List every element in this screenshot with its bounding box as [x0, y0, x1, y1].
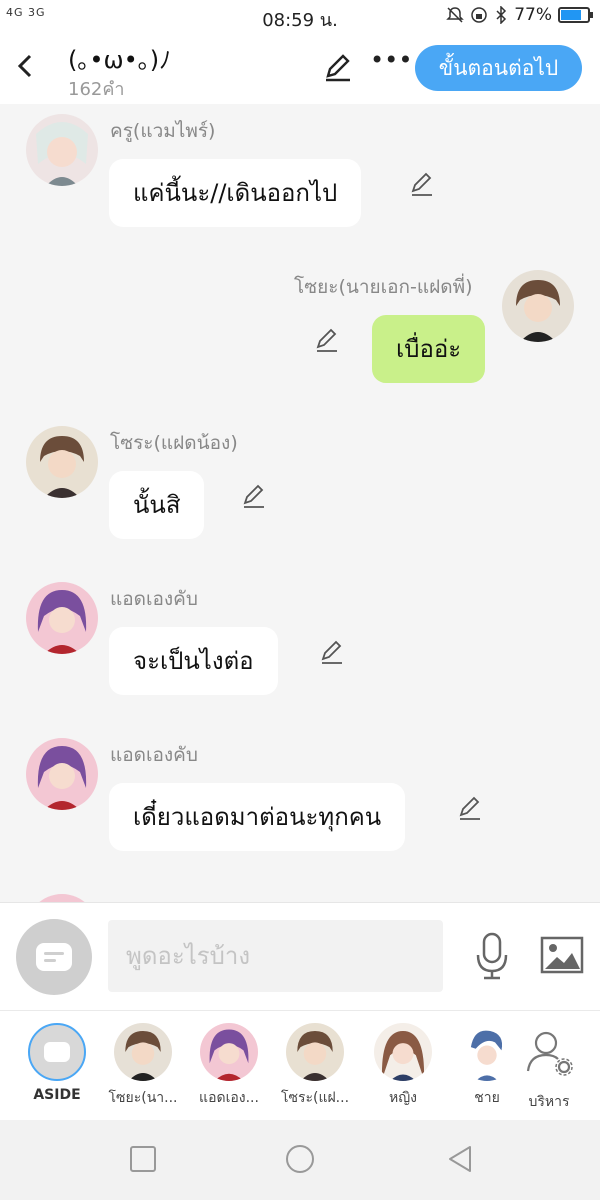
message-bubble[interactable]: นั้นสิ — [109, 471, 205, 539]
avatar[interactable] — [502, 270, 574, 342]
home-icon[interactable] — [285, 1144, 315, 1174]
edit-message-icon[interactable] — [456, 794, 484, 822]
message-input[interactable] — [108, 920, 443, 992]
story-title: (｡•ω•｡)ﾉ — [68, 46, 172, 74]
character-item[interactable]: หญิง — [358, 1023, 448, 1109]
character-label: โซระ(แฝ... — [280, 1090, 350, 1106]
message-icon — [36, 943, 72, 971]
manage-characters-button[interactable]: บริหาร — [504, 1023, 594, 1113]
edit-message-icon[interactable] — [318, 638, 346, 666]
image-icon[interactable] — [540, 935, 584, 975]
sender-name: โซยะ(นายเอก-แฝดพี่) — [294, 276, 473, 298]
recent-apps-icon[interactable] — [128, 1144, 158, 1174]
word-count: 162คำ — [68, 79, 125, 100]
message-bubble-mine[interactable]: เบื่ออ่ะ — [372, 315, 486, 383]
avatar — [286, 1023, 344, 1081]
character-item[interactable]: แอดเอง... — [184, 1023, 274, 1109]
system-nav-bar — [0, 1120, 600, 1200]
character-label: ASIDE — [33, 1087, 81, 1103]
character-label: หญิง — [389, 1090, 417, 1106]
avatar[interactable] — [26, 738, 98, 810]
aside-icon — [28, 1023, 86, 1081]
back-button[interactable] — [12, 48, 42, 84]
battery-percent: 77% — [514, 5, 552, 25]
edit-message-icon[interactable] — [313, 326, 341, 354]
message-bubble[interactable]: แค่นี้นะ//เดินออกไป — [109, 159, 362, 227]
mute-icon — [446, 7, 465, 23]
back-nav-icon[interactable] — [446, 1144, 476, 1174]
rotation-lock-icon — [471, 7, 487, 23]
status-icons: 77% — [446, 5, 593, 25]
edit-icon[interactable] — [322, 52, 354, 84]
avatar — [114, 1023, 172, 1081]
character-label: โซยะ(นา... — [108, 1090, 178, 1106]
aside-toggle-button[interactable] — [16, 919, 92, 995]
microphone-icon[interactable] — [472, 931, 512, 981]
edit-message-icon[interactable] — [240, 482, 268, 510]
character-item[interactable]: โซยะ(นา... — [98, 1023, 188, 1109]
next-step-button[interactable]: ขั้นตอนต่อไป — [415, 45, 582, 91]
more-options-button[interactable]: ••• — [370, 46, 412, 74]
avatar — [374, 1023, 432, 1081]
avatar[interactable] — [26, 114, 98, 186]
message-bubble[interactable]: จะเป็นไงต่อ — [109, 627, 278, 695]
character-aside[interactable]: ASIDE — [12, 1023, 102, 1103]
avatar[interactable] — [26, 582, 98, 654]
character-bar: ASIDE โซยะ(นา... แอดเอง... โซระ(แฝ... หญ… — [0, 1010, 600, 1120]
character-item[interactable]: โซระ(แฝ... — [270, 1023, 360, 1109]
sender-name: แอดเองคับ — [110, 588, 198, 610]
chat-header: (｡•ω•｡)ﾉ 162คำ ••• ขั้นตอนต่อไป — [0, 32, 600, 104]
user-settings-icon — [526, 1031, 573, 1076]
sender-name: ครู(แวมไพร์) — [110, 120, 216, 142]
chevron-left-icon — [17, 54, 32, 78]
sender-name: แอดเองคับ — [110, 744, 198, 766]
avatar — [200, 1023, 258, 1081]
battery-icon — [558, 7, 593, 23]
sender-name: โซระ(แฝดน้อง) — [110, 432, 238, 454]
message-bubble[interactable]: เดี๋ยวแอดมาต่อนะทุกคน — [109, 783, 406, 851]
character-label: แอดเอง... — [199, 1090, 259, 1106]
avatar[interactable] — [26, 426, 98, 498]
chat-area[interactable]: ครู(แวมไพร์) แค่นี้นะ//เดินออกไป โซยะ(นา… — [0, 104, 600, 902]
bluetooth-icon — [496, 6, 507, 24]
avatar[interactable] — [26, 894, 98, 902]
edit-message-icon[interactable] — [408, 170, 436, 198]
status-bar: 4G 3G 08:59 น. 77% — [0, 0, 600, 32]
character-label: บริหาร — [528, 1094, 570, 1110]
composer-bar — [0, 902, 600, 1010]
